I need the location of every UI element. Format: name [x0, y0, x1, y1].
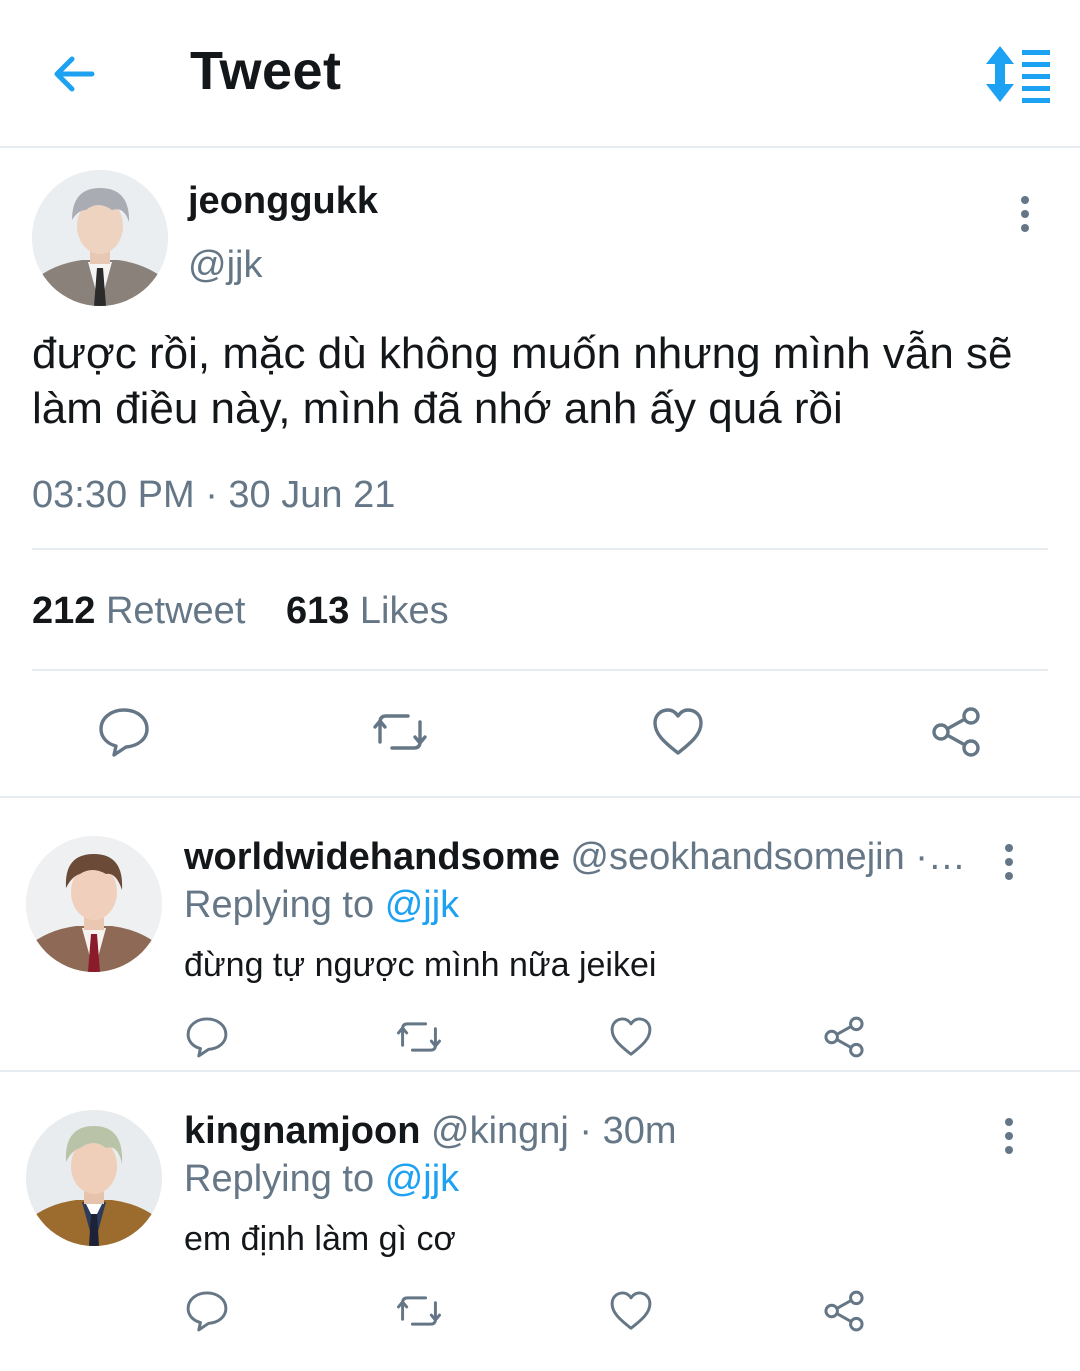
share-button[interactable]	[821, 1014, 867, 1060]
share-icon	[824, 1290, 864, 1332]
display-name[interactable]: kingnamjoon	[184, 1110, 420, 1152]
retweet-icon	[396, 1296, 442, 1326]
replying-label: Replying to	[184, 1158, 375, 1200]
main-tweet: jeonggukk @jjk được rồi, mặc dù không mu…	[0, 150, 1080, 798]
reply-icon	[186, 1017, 228, 1058]
like-button[interactable]	[650, 704, 706, 760]
retweet-icon	[373, 714, 427, 750]
likes-label: Likes	[359, 590, 449, 632]
share-button[interactable]	[821, 1288, 867, 1334]
replying-label: Replying to	[184, 884, 375, 926]
divider	[32, 548, 1048, 550]
retweet-count: 212	[32, 590, 96, 632]
more-button[interactable]	[994, 840, 1024, 884]
tweet-text: được rồi, mặc dù không muốn nhưng mình v…	[32, 329, 1013, 433]
like-icon	[610, 1017, 652, 1056]
reply-text: đừng tự ngược mình nữa jeikei	[184, 946, 657, 984]
retweet-button[interactable]	[372, 704, 428, 760]
likes-stat[interactable]: 613 Likes	[286, 590, 449, 633]
more-icon	[1021, 196, 1029, 232]
reply-icon	[99, 708, 149, 757]
retweet-button[interactable]	[396, 1288, 442, 1334]
reply-button[interactable]	[184, 1288, 230, 1334]
tweet-timestamp: 03:30 PM · 30 Jun 21	[32, 474, 396, 516]
top-bar: Tweet	[0, 0, 1080, 148]
like-button[interactable]	[608, 1288, 654, 1334]
avatar[interactable]	[26, 836, 162, 972]
more-button[interactable]	[994, 1114, 1024, 1158]
more-icon	[1005, 844, 1013, 880]
replying-to: Replying to @jjk	[184, 884, 459, 927]
retweet-stat[interactable]: 212 Retweet	[32, 590, 245, 633]
user-handle[interactable]: @jjk	[188, 244, 262, 287]
share-button[interactable]	[928, 704, 984, 760]
avatar[interactable]	[26, 1110, 162, 1246]
retweet-button[interactable]	[396, 1014, 442, 1060]
more-icon	[1005, 1118, 1013, 1154]
reply-button[interactable]	[96, 704, 152, 760]
likes-count: 613	[285, 590, 350, 632]
avatar[interactable]	[32, 170, 168, 306]
share-icon	[932, 707, 980, 757]
sort-icon	[986, 46, 1050, 103]
page-title: Tweet	[190, 41, 342, 101]
mention-link[interactable]: @jjk	[385, 1158, 459, 1200]
reply-meta: @seokhandsomejin ·…	[570, 836, 966, 878]
divider	[32, 669, 1048, 671]
retweet-icon	[396, 1022, 442, 1052]
display-name[interactable]: jeonggukk	[188, 180, 378, 223]
reply-header: worldwidehandsome @seokhandsomejin ·…	[184, 836, 974, 879]
mention-link[interactable]: @jjk	[385, 884, 459, 926]
retweet-label: Retweet	[105, 590, 246, 632]
back-button[interactable]	[48, 48, 100, 100]
reply-tweet[interactable]: kingnamjoon @kingnj · 30m Replying to @j…	[0, 1074, 1080, 1346]
reply-button[interactable]	[184, 1014, 230, 1060]
like-button[interactable]	[608, 1014, 654, 1060]
reply-text: em định làm gì cơ	[184, 1220, 456, 1258]
reply-meta: @kingnj · 30m	[431, 1110, 677, 1152]
arrow-left-icon	[54, 56, 95, 92]
replying-to: Replying to @jjk	[184, 1158, 459, 1201]
like-icon	[610, 1291, 652, 1330]
more-button[interactable]	[1010, 192, 1040, 236]
sort-button[interactable]	[982, 44, 1052, 104]
display-name[interactable]: worldwidehandsome	[184, 836, 560, 878]
reply-icon	[186, 1291, 228, 1332]
reply-tweet[interactable]: worldwidehandsome @seokhandsomejin ·… Re…	[0, 800, 1080, 1072]
like-icon	[653, 708, 703, 755]
reply-header: kingnamjoon @kingnj · 30m	[184, 1110, 974, 1153]
tweet-stats: 212 Retweet 613 Likes	[32, 590, 479, 633]
share-icon	[824, 1016, 864, 1058]
